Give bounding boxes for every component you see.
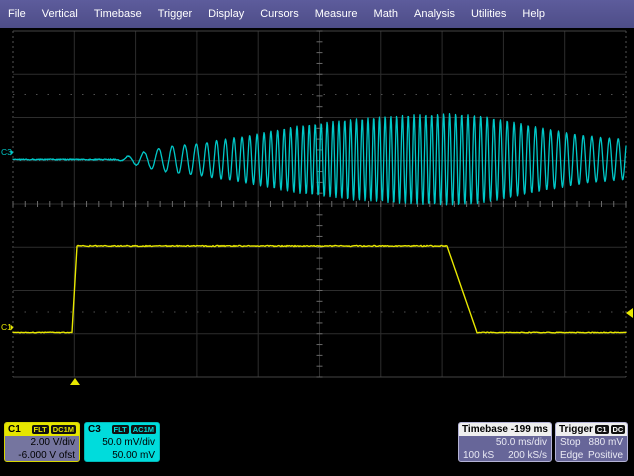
menu-item-trigger[interactable]: Trigger [150, 0, 200, 28]
trigger-slope: Positive [588, 449, 623, 462]
c1-label: C1 [8, 424, 21, 435]
c3-coupling-badge: AC1M [131, 425, 156, 434]
c3-indicator-label: C3 [1, 147, 12, 157]
menu-item-file[interactable]: File [0, 0, 34, 28]
trigger-descriptor-box[interactable]: Trigger C1 DC Stop 880 mV Edge Positive [555, 422, 628, 462]
trigger-level-marker[interactable] [626, 308, 633, 318]
waveform-display: C3 C1 [0, 0, 634, 476]
c1-indicator-arrow-icon [11, 325, 14, 331]
c3-label: C3 [88, 424, 101, 435]
menu-bar: FileVerticalTimebaseTriggerDisplayCursor… [0, 0, 634, 28]
menu-item-measure[interactable]: Measure [307, 0, 366, 28]
c1-filter-badge: FLT [32, 425, 49, 434]
menu-item-help[interactable]: Help [514, 0, 553, 28]
timebase-rate: 200 kS/s [508, 449, 547, 462]
c3-filter-badge: FLT [112, 425, 129, 434]
menu-item-math[interactable]: Math [366, 0, 406, 28]
trigger-type: Edge [560, 449, 583, 462]
graticule [13, 31, 626, 377]
c1-offset: -6.000 V ofst [5, 449, 79, 462]
c1-channel-indicator[interactable]: C1 [1, 322, 14, 332]
timebase-samples: 100 kS [463, 449, 494, 462]
trigger-level: 880 mV [589, 436, 623, 449]
c1-volts-per-div: 2.00 V/div [5, 436, 79, 449]
c3-indicator-arrow-icon [11, 150, 14, 156]
timebase-label: Timebase [462, 424, 508, 435]
trigger-label: Trigger [559, 424, 593, 435]
trigger-coupling-badge: DC [611, 425, 626, 434]
c3-offset: 50.00 mV [85, 449, 159, 462]
c1-coupling-badge: DC1M [51, 425, 76, 434]
menu-item-analysis[interactable]: Analysis [406, 0, 463, 28]
c1-descriptor-box[interactable]: C1 FLT DC1M 2.00 V/div -6.000 V ofst [4, 422, 80, 462]
trigger-position-marker[interactable] [70, 378, 80, 385]
menu-item-vertical[interactable]: Vertical [34, 0, 86, 28]
c3-descriptor-box[interactable]: C3 FLT AC1M 50.0 mV/div 50.00 mV [84, 422, 160, 462]
c3-volts-per-div: 50.0 mV/div [85, 436, 159, 449]
trigger-source-badge: C1 [595, 425, 609, 434]
menu-item-cursors[interactable]: Cursors [252, 0, 307, 28]
timebase-descriptor-box[interactable]: Timebase -199 ms 50.0 ms/div 100 kS 200 … [458, 422, 552, 462]
menu-item-timebase[interactable]: Timebase [86, 0, 150, 28]
timebase-position: -199 ms [511, 424, 548, 435]
trigger-mode: Stop [560, 436, 581, 449]
timebase-scale: 50.0 ms/div [459, 436, 551, 449]
c3-channel-indicator[interactable]: C3 [1, 147, 14, 157]
menu-item-display[interactable]: Display [200, 0, 252, 28]
menu-item-utilities[interactable]: Utilities [463, 0, 514, 28]
c1-indicator-label: C1 [1, 322, 12, 332]
